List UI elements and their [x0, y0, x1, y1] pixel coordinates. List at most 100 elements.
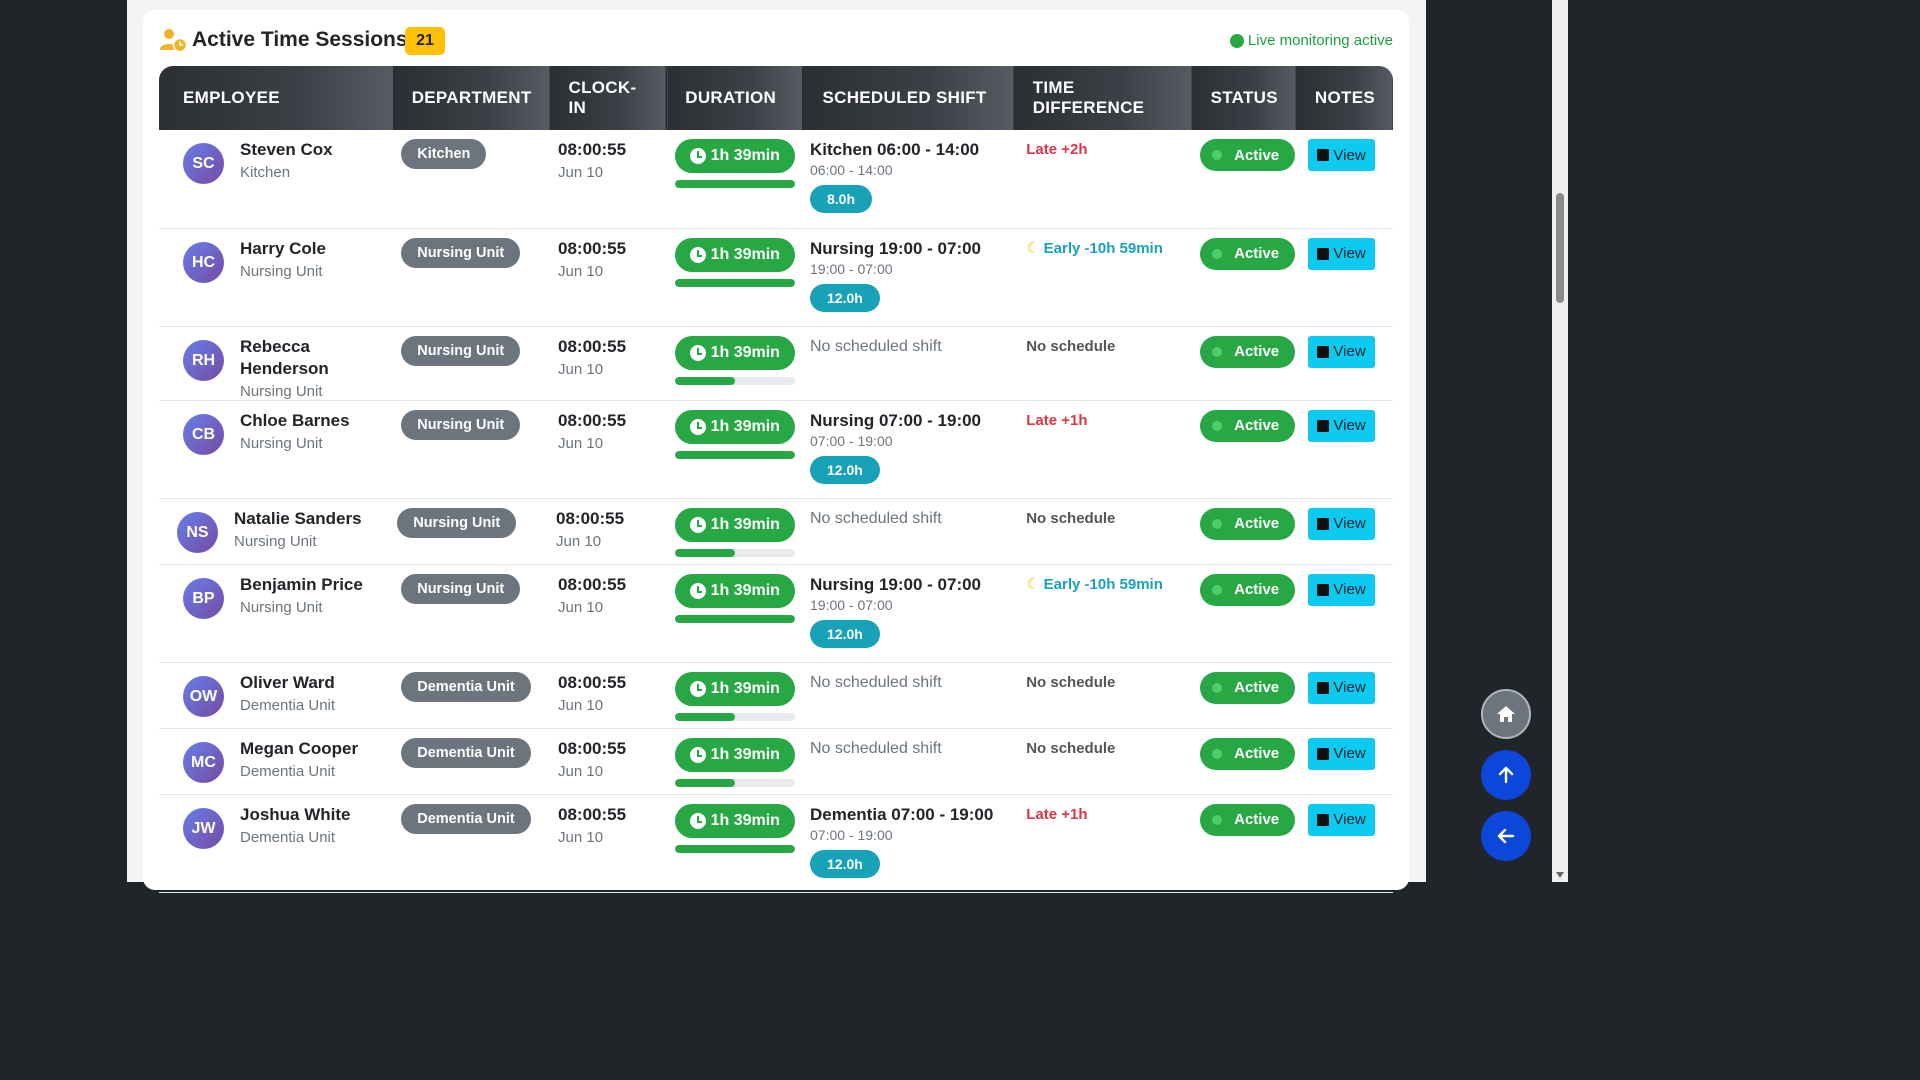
col-time-difference[interactable]: TIME DIFFERENCE — [1013, 66, 1193, 130]
scroll-down-arrow-icon[interactable] — [1556, 872, 1564, 878]
status-dot-icon — [1212, 150, 1223, 160]
table-body: SC Steven Cox Kitchen Kitchen 08:00:55 Jun 10… — [159, 130, 1393, 893]
table-row[interactable]: MC Megan Cooper Dementia Unit Dementia Unit… — [159, 728, 1393, 795]
status-dot-icon — [1212, 346, 1223, 357]
view-notes-button[interactable]: View — [1308, 409, 1375, 442]
time-difference-cell: Late +1h — [1014, 794, 1193, 893]
status-text: Active — [1234, 417, 1280, 434]
col-notes[interactable]: NOTES — [1295, 66, 1393, 130]
view-notes-button[interactable]: View — [1308, 507, 1375, 540]
view-notes-button[interactable]: View — [1308, 737, 1375, 770]
avatar: JW — [183, 807, 224, 849]
notes-cell: View — [1296, 130, 1393, 229]
view-notes-button[interactable]: View — [1308, 237, 1375, 270]
shift-hours-badge: 12.0h — [810, 619, 880, 648]
employee-name: Rebecca Henderson — [240, 336, 329, 378]
time-difference-cell: Late +2h — [1014, 130, 1193, 229]
duration-text: 1h 39min — [710, 581, 780, 599]
status-badge: Active — [1200, 507, 1296, 540]
scrollbar-thumb[interactable] — [1556, 193, 1564, 303]
col-clock-in[interactable]: CLOCK-IN — [549, 66, 667, 130]
clock-icon — [689, 582, 706, 599]
table-row[interactable]: JW Joshua White Dementia Unit Dementia Unit… — [159, 794, 1393, 893]
status-text: Active — [1234, 745, 1280, 762]
status-text: Active — [1234, 146, 1280, 164]
page-title: Active Time Sessions — [192, 28, 408, 51]
duration-progress-fill — [674, 548, 735, 557]
duration-cell: 1h 39min — [666, 326, 802, 401]
clock-in-date: Jun 10 — [558, 696, 604, 714]
duration-badge: 1h 39min — [674, 237, 795, 272]
view-notes-button[interactable]: View — [1308, 335, 1375, 368]
clock-in-time: 08:00:55 — [558, 672, 627, 692]
duration-cell: 1h 39min — [666, 564, 802, 663]
col-status[interactable]: STATUS — [1191, 66, 1297, 130]
view-notes-label: View — [1333, 245, 1366, 262]
duration-progress-bar — [674, 450, 795, 459]
employee-cell: CB Chloe Barnes Nursing Unit — [159, 400, 394, 499]
sticky-note-icon — [1317, 517, 1330, 530]
status-badge: Active — [1200, 671, 1296, 704]
notes-cell: View — [1296, 564, 1393, 663]
duration-cell: 1h 39min — [666, 228, 802, 327]
view-notes-label: View — [1333, 679, 1366, 696]
clock-in-time: 08:00:55 — [558, 140, 627, 159]
view-notes-button[interactable]: View — [1308, 671, 1375, 704]
table-row[interactable]: RH Rebecca Henderson Nursing Unit Nursing U… — [159, 326, 1393, 401]
employee-cell: RH Rebecca Henderson Nursing Unit — [159, 326, 394, 401]
table-row[interactable]: OW Oliver Ward Dementia Unit Dementia Unit 0… — [159, 662, 1393, 729]
table-row[interactable]: CB Chloe Barnes Nursing Unit Nursing Unit 08… — [159, 400, 1393, 499]
shift-times: 07:00 - 19:00 — [810, 432, 893, 449]
view-notes-button[interactable]: View — [1308, 803, 1375, 836]
page-scrollbar[interactable] — [1552, 0, 1568, 882]
employee-name: Natalie Sanders — [234, 508, 362, 528]
active-sessions-card: Active Time Sessions 21 Live monitoring … — [143, 10, 1409, 893]
page-content: Active Time Sessions 21 Live monitoring … — [127, 0, 1426, 893]
back-button[interactable] — [1481, 811, 1531, 861]
department-badge: Dementia Unit — [401, 803, 531, 834]
view-notes-button[interactable]: View — [1308, 573, 1375, 606]
table-row[interactable]: SC Steven Cox Kitchen Kitchen 08:00:55 Jun 10… — [159, 130, 1393, 229]
sessions-table: EMPLOYEE DEPARTMENT CLOCK-IN DURATION SC… — [159, 66, 1393, 893]
view-notes-label: View — [1333, 417, 1366, 434]
status-dot-icon — [1212, 814, 1223, 825]
scroll-top-button[interactable] — [1481, 750, 1531, 800]
sticky-note-icon — [1317, 747, 1330, 760]
status-cell: Active — [1192, 498, 1297, 565]
notes-cell: View — [1296, 794, 1393, 893]
clock-in-cell: 08:00:55 Jun 10 — [550, 228, 667, 327]
moon-icon: ☾ — [1026, 575, 1040, 593]
department-cell: Dementia Unit — [393, 662, 551, 729]
employee-cell: OW Oliver Ward Dementia Unit — [159, 662, 394, 729]
clock-in-cell: 08:00:55 Jun 10 — [550, 794, 667, 893]
shift-times: 07:00 - 19:00 — [810, 826, 893, 843]
col-department[interactable]: DEPARTMENT — [392, 66, 551, 130]
table-row[interactable]: BP Benjamin Price Nursing Unit Nursing Unit… — [159, 564, 1393, 663]
duration-badge: 1h 39min — [674, 409, 795, 444]
clock-in-time: 08:00:55 — [558, 238, 627, 258]
duration-text: 1h 39min — [710, 811, 780, 829]
col-employee[interactable]: EMPLOYEE — [159, 66, 394, 130]
duration-badge: 1h 39min — [674, 671, 795, 706]
col-duration[interactable]: DURATION — [666, 66, 802, 130]
col-scheduled-shift[interactable]: SCHEDULED SHIFT — [801, 66, 1015, 130]
table-row[interactable]: HC Harry Cole Nursing Unit Nursing Unit 08:0… — [159, 228, 1393, 327]
table-row[interactable]: NS Natalie Sanders Nursing Unit Nursing Uni… — [159, 498, 1393, 565]
status-cell: Active — [1192, 130, 1297, 229]
live-dot-icon — [1229, 33, 1244, 48]
view-notes-button[interactable]: View — [1308, 139, 1375, 171]
time-difference: Late +1h — [1014, 804, 1192, 826]
view-notes-label: View — [1333, 146, 1366, 164]
duration-progress-bar — [674, 614, 795, 623]
time-difference-text: Late +1h — [1026, 805, 1088, 823]
sticky-note-icon — [1317, 149, 1330, 161]
shift-times: 19:00 - 07:00 — [810, 596, 893, 613]
home-button[interactable] — [1481, 689, 1531, 739]
clock-in-time: 08:00:55 — [558, 336, 627, 356]
session-count-badge: 21 — [405, 27, 445, 55]
arrow-left-icon — [1497, 828, 1515, 844]
clock-in-time: 08:00:55 — [556, 508, 625, 528]
department-cell: Nursing Unit — [393, 400, 551, 499]
clock-in-cell: 08:00:55 Jun 10 — [550, 130, 667, 229]
status-cell: Active — [1192, 564, 1297, 663]
